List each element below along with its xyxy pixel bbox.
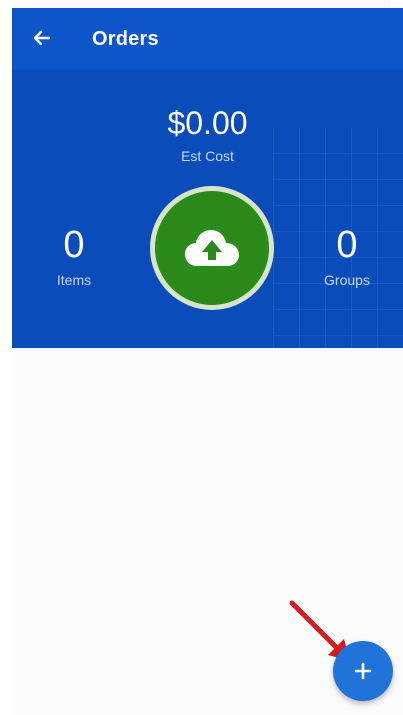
orders-summary-header: Orders $0.00 Est Cost 0 Items 0 Groups (12, 8, 403, 348)
items-count: 0 (63, 224, 85, 266)
left-letterbox (0, 0, 12, 715)
upload-button-inner (155, 191, 269, 305)
upload-button[interactable] (150, 186, 274, 310)
app-bar: Orders (12, 8, 403, 70)
est-cost-label: Est Cost (181, 148, 234, 164)
orders-screen: Orders $0.00 Est Cost 0 Items 0 Groups (0, 0, 403, 715)
arrow-left-icon (33, 30, 51, 46)
cloud-upload-icon (185, 230, 239, 266)
add-order-button[interactable] (333, 641, 393, 701)
page-title: Orders (92, 28, 159, 50)
items-label: Items (56, 272, 92, 288)
back-button[interactable] (28, 24, 56, 52)
est-cost-value: $0.00 (167, 105, 248, 141)
plus-icon (354, 662, 372, 680)
groups-label: Groups (324, 272, 370, 288)
groups-count: 0 (336, 224, 358, 266)
